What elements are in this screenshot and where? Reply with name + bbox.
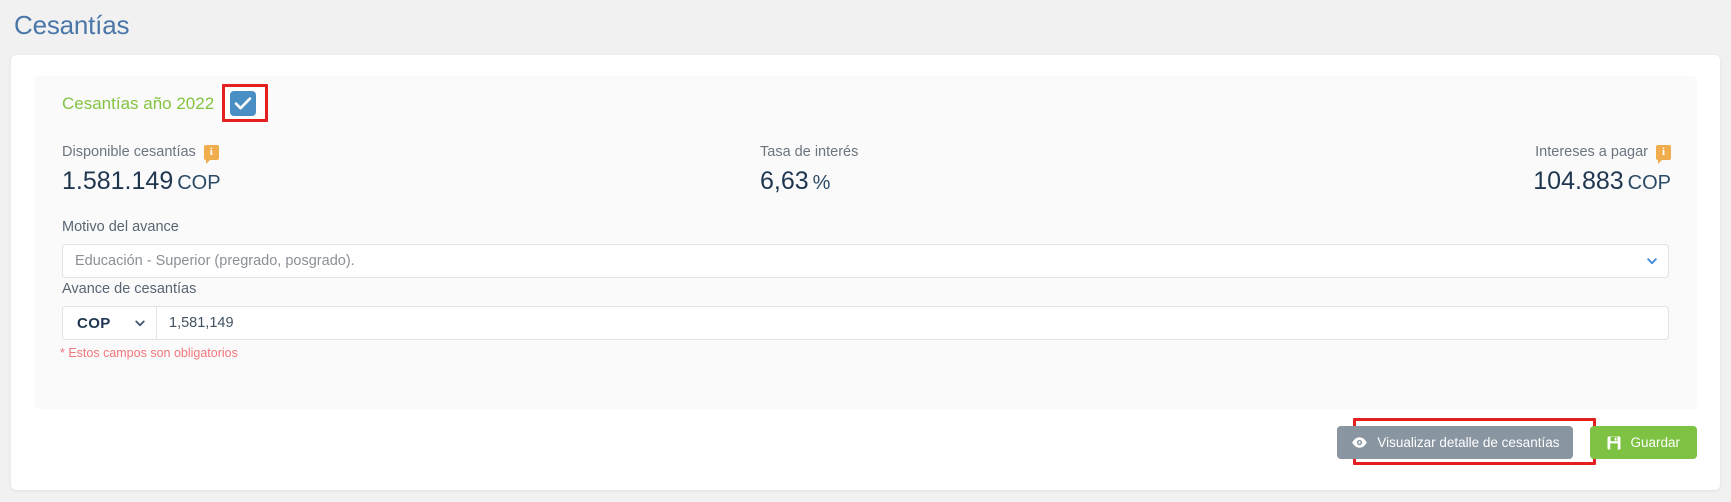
cesantias-panel: Cesantías año 2022 Disponible cesantías …: [34, 76, 1697, 409]
stat-disponible-cesantias: Disponible cesantías i 1.581.149 COP: [62, 144, 221, 196]
visualizar-detalle-label: Visualizar detalle de cesantías: [1377, 435, 1560, 450]
motivo-select[interactable]: Educación - Superior (pregrado, posgrado…: [62, 244, 1669, 278]
stats-row: Disponible cesantías i 1.581.149 COP Tasa…: [34, 144, 1697, 210]
avance-input-group: COP 1,581,149: [62, 306, 1669, 340]
stat-label: Intereses a pagar: [1535, 144, 1648, 160]
stat-header: Tasa de interés: [760, 144, 858, 160]
motivo-selected-value: Educación - Superior (pregrado, posgrado…: [75, 253, 355, 269]
stat-value: 104.883: [1533, 167, 1624, 195]
stat-unit: %: [812, 172, 831, 194]
stat-tasa-de-interes: Tasa de interés 6,63%: [760, 144, 858, 196]
stat-header: Intereses a pagar i: [1533, 144, 1671, 164]
stat-value: 6,63: [760, 167, 809, 195]
stat-value-wrap: 104.883 COP: [1533, 167, 1671, 196]
eye-icon: [1352, 437, 1368, 448]
guardar-button[interactable]: Guardar: [1590, 426, 1697, 459]
chevron-down-icon: [135, 320, 145, 327]
stat-value-wrap: 1.581.149 COP: [62, 167, 221, 196]
floppy-disk-icon: [1607, 436, 1621, 449]
stat-label: Disponible cesantías: [62, 144, 196, 160]
stat-intereses-a-pagar: Intereses a pagar i 104.883 COP: [1533, 144, 1671, 196]
year-label: Cesantías año 2022: [62, 94, 215, 113]
year-row: Cesantías año 2022: [62, 94, 214, 114]
year-checkbox[interactable]: [230, 91, 256, 116]
stat-value: 1.581.149: [62, 167, 174, 195]
guardar-label: Guardar: [1630, 435, 1680, 450]
stat-unit: COP: [1627, 172, 1671, 194]
stat-unit: COP: [177, 172, 221, 194]
check-icon: [234, 97, 252, 110]
stat-label: Tasa de interés: [760, 144, 859, 160]
avance-label: Avance de cesantías: [62, 281, 197, 297]
motivo-label: Motivo del avance: [62, 219, 179, 235]
avance-field-group: Avance de cesantías COP 1,581,149: [62, 281, 1669, 340]
info-icon[interactable]: i: [1656, 144, 1671, 164]
footer-actions: Visualizar detalle de cesantías Guardar: [1337, 426, 1697, 459]
stat-header: Disponible cesantías i: [62, 144, 221, 164]
currency-select[interactable]: COP: [63, 307, 157, 339]
motivo-field-group: Motivo del avance Educación - Superior (…: [62, 219, 1669, 278]
currency-value: COP: [77, 314, 111, 332]
info-icon[interactable]: i: [203, 144, 219, 164]
visualizar-detalle-button[interactable]: Visualizar detalle de cesantías: [1337, 426, 1574, 459]
cesantias-card: Cesantías año 2022 Disponible cesantías …: [11, 55, 1720, 490]
stat-value-wrap: 6,63%: [760, 167, 858, 196]
chevron-down-icon: [1647, 258, 1657, 265]
required-fields-note: * Estos campos son obligatorios: [60, 346, 238, 360]
page-title: Cesantías: [14, 10, 130, 40]
amount-input[interactable]: 1,581,149: [157, 307, 1668, 339]
